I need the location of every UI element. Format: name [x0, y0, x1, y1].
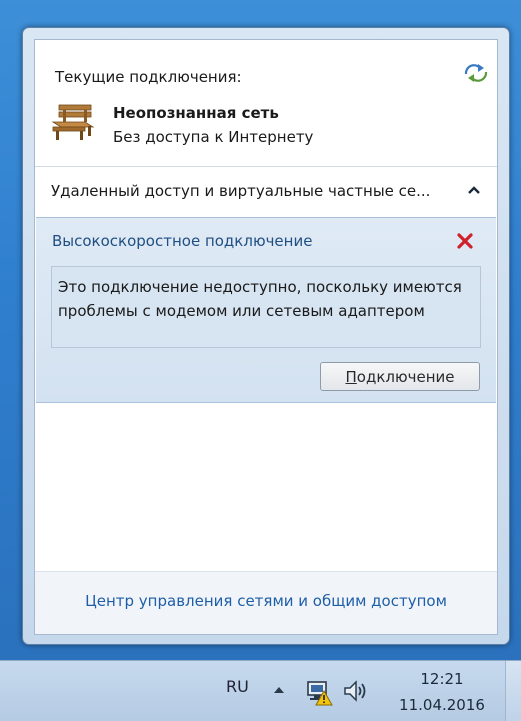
- dialup-connection-panel: Высокоскоростное подключение Это подключ…: [36, 217, 496, 403]
- show-hidden-icons-icon[interactable]: [273, 686, 285, 694]
- language-indicator[interactable]: RU: [226, 677, 249, 696]
- error-message-box: Это подключение недоступно, поскольку им…: [51, 266, 481, 348]
- connect-button[interactable]: Подключение: [320, 362, 480, 391]
- network-status: Без доступа к Интернету: [113, 128, 314, 146]
- volume-icon[interactable]: [343, 679, 369, 703]
- network-popup-content: Текущие подключения: Неопознанная сеть Б…: [34, 39, 498, 635]
- clock-date: 11.04.2016: [399, 696, 485, 714]
- network-name: Неопознанная сеть: [113, 104, 279, 122]
- network-warning-icon[interactable]: [305, 678, 333, 706]
- bench-network-icon: [51, 104, 95, 140]
- connection-title: Высокоскоростное подключение: [52, 232, 313, 250]
- vpn-section-label: Удаленный доступ и виртуальные частные с…: [51, 182, 431, 200]
- connect-accelerator: П: [345, 368, 357, 386]
- network-center-link[interactable]: Центр управления сетями и общим доступом: [35, 592, 497, 610]
- show-desktop-button[interactable]: [505, 661, 521, 721]
- network-popup: Текущие подключения: Неопознанная сеть Б…: [22, 27, 510, 645]
- taskbar: RU 12:21 11.04.2016: [0, 660, 521, 721]
- clock-time: 12:21: [420, 670, 464, 688]
- vpn-section-header[interactable]: Удаленный доступ и виртуальные частные с…: [35, 166, 497, 216]
- close-icon[interactable]: [455, 231, 475, 251]
- chevron-up-icon[interactable]: [467, 184, 481, 196]
- connect-label: одключение: [356, 368, 455, 386]
- popup-footer: Центр управления сетями и общим доступом: [35, 571, 497, 634]
- clock[interactable]: 12:21 11.04.2016: [394, 669, 490, 716]
- error-message: Это подключение недоступно, поскольку им…: [58, 278, 462, 320]
- current-connections-label: Текущие подключения:: [55, 68, 242, 86]
- current-network-item: Неопознанная сеть Без доступа к Интернет…: [51, 100, 471, 148]
- refresh-network-icon[interactable]: [463, 62, 489, 84]
